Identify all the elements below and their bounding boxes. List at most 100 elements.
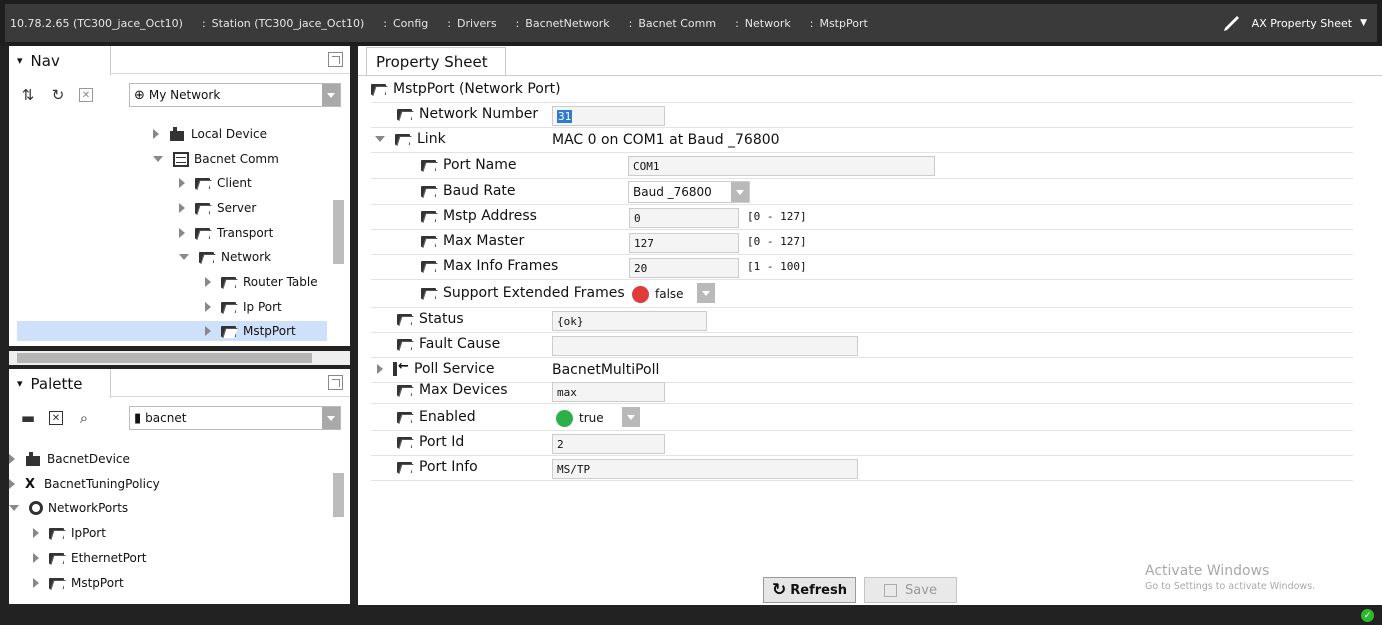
crumb-bacnet-comm[interactable]: Bacnet Comm (624, 17, 716, 30)
table-row: Port Info MS/TP (371, 456, 1353, 481)
nav-horizontal-scrollbar[interactable] (9, 351, 350, 365)
expand-icon[interactable] (205, 277, 211, 287)
expand-icon[interactable] (153, 129, 159, 139)
tree-label: Transport (217, 226, 274, 240)
row-label: Max Master (421, 233, 524, 249)
crumb-drivers[interactable]: Drivers (442, 17, 497, 30)
crumb-network[interactable]: Network (730, 17, 791, 30)
top-bar: 10.78.2.65 (TC300_jace_Oct10) Station (T… (0, 0, 1382, 46)
list-item[interactable]: Router Table (205, 272, 318, 292)
network-number-field[interactable]: 31 (552, 106, 665, 126)
list-item[interactable]: Transport (179, 223, 273, 243)
list-item[interactable]: X BacnetTuningPolicy (9, 474, 160, 494)
folder-icon (397, 435, 414, 449)
list-item[interactable]: Local Device (153, 124, 267, 144)
select-value: Baud _76800 (633, 185, 712, 199)
mstp-address-field[interactable]: 0 (629, 208, 739, 228)
tab-property-sheet[interactable]: Property Sheet (366, 47, 506, 76)
nav-vertical-scrollbar[interactable] (333, 118, 344, 348)
scroll-thumb[interactable] (333, 473, 344, 517)
list-item[interactable]: Server (179, 198, 256, 218)
max-devices-field[interactable]: max (552, 382, 665, 402)
expand-icon[interactable] (205, 302, 211, 312)
max-info-frames-field[interactable]: 20 (629, 258, 739, 278)
find-icon[interactable]: ⌕ (75, 409, 93, 427)
chevron-down-icon[interactable] (731, 182, 749, 202)
table-row: Network Number 31 (371, 103, 1353, 128)
enabled-select[interactable]: true (552, 407, 642, 429)
collapse-icon[interactable] (9, 505, 19, 511)
list-item[interactable]: Bacnet Comm (153, 149, 279, 169)
refresh-button[interactable]: ↻ Refresh (763, 577, 856, 603)
maximize-icon[interactable] (328, 52, 343, 67)
expand-icon[interactable] (33, 528, 39, 538)
scroll-thumb[interactable] (333, 200, 344, 264)
max-master-field[interactable]: 127 (629, 233, 739, 253)
chevron-down-icon[interactable] (697, 283, 715, 303)
list-item[interactable]: Ip Port (205, 297, 282, 317)
watermark-subtitle: Go to Settings to activate Windows. (1145, 581, 1316, 592)
nav-root-select[interactable]: ⊕ My Network (129, 83, 341, 107)
expand-icon[interactable] (9, 454, 15, 464)
expand-icon[interactable] (179, 203, 185, 213)
open-folder-icon[interactable]: ▬ (19, 409, 37, 427)
scroll-thumb[interactable] (17, 353, 312, 363)
close-icon[interactable]: ✕ (79, 88, 93, 102)
baud-rate-select[interactable]: Baud _76800 (628, 181, 750, 203)
collapse-icon[interactable] (153, 156, 163, 162)
property-sheet: MstpPort (Network Port) Network Number 3… (371, 78, 1353, 481)
list-item[interactable]: BacnetDevice (9, 449, 130, 469)
crumb-bacnet-network[interactable]: BacnetNetwork (511, 17, 609, 30)
folder-icon (421, 158, 438, 172)
support-extended-frames-select[interactable]: false (628, 283, 719, 305)
tree-label: MstpPort (243, 324, 296, 338)
crumb-mstp-port[interactable]: MstpPort (805, 17, 867, 30)
palette-module-select[interactable]: ▮ bacnet (129, 406, 341, 430)
list-item[interactable]: NetworkPorts (9, 498, 128, 518)
expand-icon[interactable] (205, 326, 211, 336)
list-item[interactable]: MstpPort (33, 573, 124, 593)
chevron-down-icon[interactable] (622, 407, 640, 427)
port-name-field[interactable]: COM1 (628, 156, 935, 176)
row-label: Link (375, 131, 446, 147)
expand-icon[interactable] (179, 178, 185, 188)
root-label: MstpPort (Network Port) (393, 81, 561, 97)
list-item-selected[interactable]: MstpPort (17, 321, 327, 341)
collapse-icon[interactable]: ▾ (17, 377, 23, 390)
label-text: Port Name (443, 157, 517, 173)
locator-bar: 10.78.2.65 (TC300_jace_Oct10) Station (T… (5, 4, 1377, 42)
close-icon[interactable]: ✕ (49, 411, 63, 425)
palette-vertical-scrollbar[interactable] (333, 441, 344, 591)
expand-icon[interactable] (179, 228, 185, 238)
expand-icon[interactable] (33, 553, 39, 563)
view-selector[interactable]: AX Property Sheet ▼ (1220, 4, 1367, 42)
save-button[interactable]: Save (864, 577, 957, 603)
list-item[interactable]: IpPort (33, 523, 106, 543)
expand-icon[interactable] (33, 578, 39, 588)
maximize-icon[interactable] (328, 375, 343, 390)
collapse-icon[interactable] (179, 254, 189, 260)
label-text: Status (419, 311, 464, 327)
folder-icon (221, 300, 238, 314)
list-item[interactable]: EthernetPort (33, 548, 146, 568)
collapse-icon[interactable] (375, 136, 385, 142)
crumb-station[interactable]: Station (TC300_jace_Oct10) (197, 17, 365, 30)
expand-icon[interactable] (9, 479, 15, 489)
collapse-icon[interactable]: ▾ (17, 54, 23, 67)
list-item[interactable]: Client (179, 173, 252, 193)
crumb-config[interactable]: Config (378, 17, 428, 30)
sync-arrows-icon[interactable]: ⇅ (19, 86, 37, 104)
refresh-icon[interactable]: ↻ (49, 86, 67, 104)
link-value: MAC 0 on COM1 at Baud _76800 (552, 132, 780, 148)
chevron-down-icon[interactable] (322, 84, 340, 106)
nav-tab[interactable]: ▾ Nav (9, 46, 111, 75)
expand-icon[interactable] (377, 364, 383, 374)
max-master-range: [0 - 127] (747, 235, 807, 248)
tree-label: EthernetPort (71, 551, 147, 565)
crumb-host[interactable]: 10.78.2.65 (TC300_jace_Oct10) (5, 17, 183, 30)
list-item[interactable]: Network (179, 247, 271, 267)
palette-tab[interactable]: ▾ Palette (9, 369, 111, 398)
globe-icon: ⊕ (134, 87, 145, 103)
chevron-down-icon[interactable] (322, 407, 340, 429)
table-row: Port Name COM1 (371, 153, 1353, 179)
